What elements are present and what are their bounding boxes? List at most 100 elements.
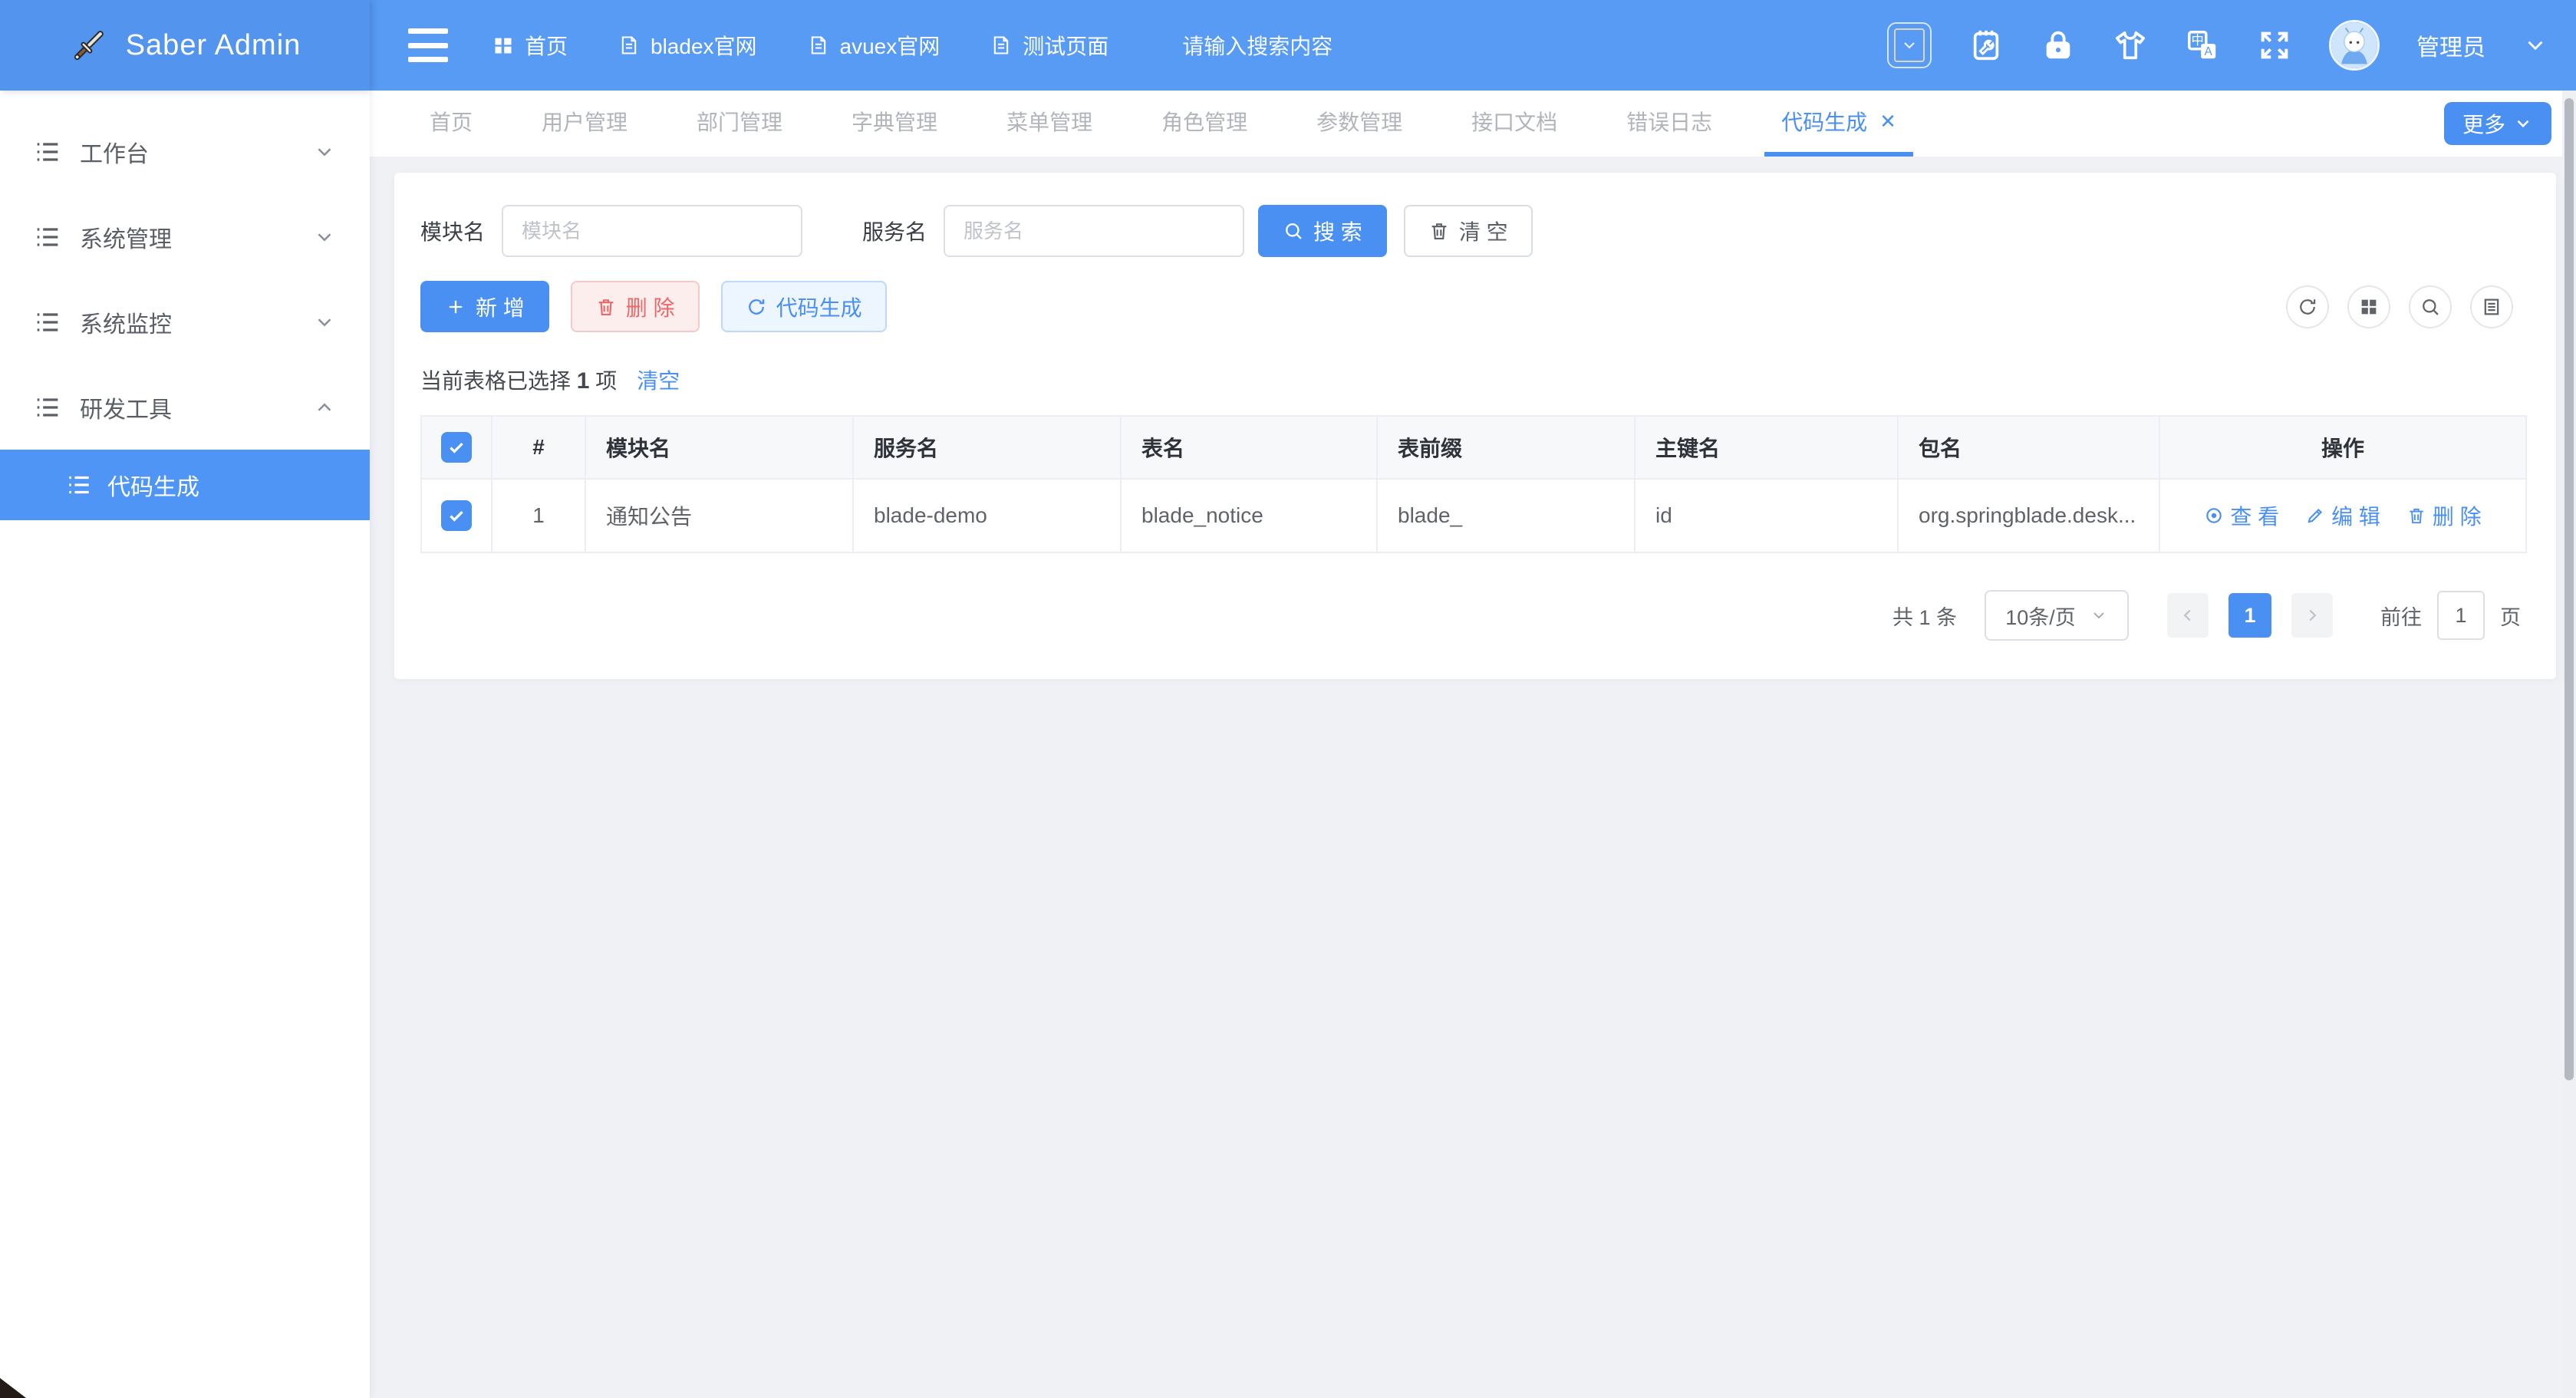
- close-tab-icon[interactable]: ✕: [1879, 110, 1896, 134]
- list-menu-icon: [32, 137, 63, 167]
- tab-department-management[interactable]: 部门管理: [680, 91, 799, 157]
- clear-selection-link[interactable]: 清空: [637, 364, 680, 395]
- lock-icon[interactable]: [2041, 28, 2076, 63]
- table-header-row: # 模块名 服务名 表名 表前缀 主键名 包名 操作: [421, 416, 2526, 479]
- page-size-select[interactable]: 10条/页: [1985, 590, 2129, 641]
- sidebar: 工作台 系统管理 系统监控 研发工具 代码生成: [0, 91, 370, 1398]
- tab-parameter-management[interactable]: 参数管理: [1300, 91, 1419, 157]
- module-name-input[interactable]: [502, 205, 802, 257]
- cell-index: 1: [492, 479, 585, 552]
- sidebar-item-code-generation[interactable]: 代码生成: [0, 450, 370, 520]
- grid-view-button[interactable]: [2347, 285, 2390, 328]
- chevron-down-icon: [313, 311, 336, 334]
- add-button[interactable]: 新 增: [420, 281, 549, 332]
- topnav-item-home[interactable]: 首页: [492, 30, 568, 61]
- code-generate-label: 代码生成: [776, 292, 862, 322]
- global-search-input[interactable]: 请输入搜索内容: [1182, 30, 1332, 61]
- module-name-label: 模块名: [420, 216, 485, 246]
- next-page-button[interactable]: [2291, 593, 2333, 638]
- content-card: 模块名 服务名 搜 索 清 空 新 增 删 除: [394, 173, 2556, 679]
- document-icon: [618, 35, 640, 56]
- language-icon[interactable]: 中 A: [2185, 28, 2220, 63]
- tab-home[interactable]: 首页: [413, 91, 489, 157]
- tab-code-generation[interactable]: 代码生成 ✕: [1764, 91, 1913, 157]
- sidebar-item-label: 系统监控: [80, 305, 313, 339]
- tab-dictionary-management[interactable]: 字典管理: [835, 91, 954, 157]
- service-name-label: 服务名: [862, 216, 927, 246]
- collapse-menu-icon[interactable]: [408, 28, 448, 62]
- tab-user-management[interactable]: 用户管理: [525, 91, 644, 157]
- sidebar-item-label: 工作台: [80, 135, 313, 169]
- theme-shirt-icon[interactable]: [2113, 28, 2148, 63]
- search-icon: [1283, 220, 1304, 242]
- refresh-table-button[interactable]: [2286, 285, 2329, 328]
- row-select-cell: [421, 479, 492, 552]
- avatar[interactable]: [2329, 20, 2380, 71]
- clear-button[interactable]: 清 空: [1404, 205, 1533, 257]
- show-search-button[interactable]: [2409, 285, 2452, 328]
- chevron-down-icon: [2090, 606, 2108, 625]
- chevron-left-icon: [2178, 605, 2198, 625]
- app-logo[interactable]: Saber Admin: [0, 0, 370, 91]
- view-row-link[interactable]: 查 看: [2204, 500, 2279, 531]
- topnav-label: bladex官网: [651, 30, 757, 61]
- scrollbar-thumb[interactable]: [2564, 98, 2574, 1080]
- selection-suffix: 项: [595, 369, 617, 393]
- search-button-label: 搜 索: [1313, 216, 1362, 246]
- edit-row-link[interactable]: 编 辑: [2305, 500, 2380, 531]
- goto-label: 前往: [2380, 601, 2422, 631]
- prev-page-button[interactable]: [2167, 593, 2209, 638]
- selection-count: 1: [577, 368, 590, 394]
- sidebar-item-system-monitor[interactable]: 系统监控: [0, 279, 370, 364]
- tab-menu-management[interactable]: 菜单管理: [990, 91, 1109, 157]
- tab-role-management[interactable]: 角色管理: [1145, 91, 1264, 157]
- tab-error-log[interactable]: 错误日志: [1609, 91, 1729, 157]
- delete-button-label: 删 除: [626, 292, 675, 322]
- topnav-item-bladex[interactable]: bladex官网: [618, 30, 757, 61]
- user-menu-chevron-down-icon[interactable]: [2522, 32, 2548, 58]
- user-name[interactable]: 管理员: [2416, 28, 2485, 62]
- sidebar-item-dev-tools[interactable]: 研发工具: [0, 364, 370, 450]
- column-header-actions: 操作: [2159, 416, 2526, 479]
- sidebar-item-workbench[interactable]: 工作台: [0, 109, 370, 194]
- delete-button[interactable]: 删 除: [571, 281, 700, 332]
- page-scrollbar[interactable]: [2562, 91, 2576, 1398]
- topnav-item-avuex[interactable]: avuex官网: [808, 30, 940, 61]
- view-icon: [2204, 506, 2224, 526]
- data-table: # 模块名 服务名 表名 表前缀 主键名 包名 操作: [420, 415, 2527, 553]
- sidebar-item-system-management[interactable]: 系统管理: [0, 194, 370, 279]
- trash-icon: [595, 296, 617, 318]
- cell-table-name: blade_notice: [1121, 479, 1377, 552]
- delete-row-link[interactable]: 删 除: [2406, 500, 2482, 531]
- select-all-checkbox[interactable]: [441, 432, 472, 463]
- tab-label: 错误日志: [1626, 106, 1712, 137]
- goto-page-input[interactable]: [2437, 591, 2485, 640]
- service-name-input[interactable]: [944, 205, 1244, 257]
- topnav-item-test-page[interactable]: 测试页面: [990, 30, 1108, 61]
- code-generate-button[interactable]: 代码生成: [721, 281, 887, 332]
- tab-api-docs[interactable]: 接口文档: [1454, 91, 1574, 157]
- selection-info: 当前表格已选择 1 项 清空: [420, 364, 2530, 395]
- lock-countdown-button[interactable]: [1887, 22, 1932, 68]
- view-label: 查 看: [2230, 500, 2279, 531]
- repair-clipboard-icon[interactable]: [1968, 28, 2004, 63]
- selection-prefix: 当前表格已选择: [420, 369, 571, 393]
- top-header: Saber Admin 首页 bladex官网: [0, 0, 2576, 91]
- cell-package: org.springblade.desk...: [1898, 479, 2159, 552]
- more-tabs-button[interactable]: 更多: [2444, 102, 2551, 145]
- page-number-1[interactable]: 1: [2228, 593, 2271, 638]
- tab-label: 代码生成: [1781, 106, 1867, 137]
- fullscreen-icon[interactable]: [2257, 28, 2292, 63]
- toolbar: 新 增 删 除 代码生成: [420, 281, 2530, 332]
- clear-button-label: 清 空: [1459, 216, 1508, 246]
- pagination: 共 1 条 10条/页 1 前往 页: [420, 590, 2530, 641]
- column-settings-button[interactable]: [2470, 285, 2513, 328]
- table-row[interactable]: 1 通知公告 blade-demo blade_notice blade_ id…: [421, 479, 2526, 552]
- topnav-label: 测试页面: [1023, 30, 1108, 61]
- refresh-icon: [2297, 296, 2318, 318]
- top-nav: 首页 bladex官网 avuex官网: [492, 30, 1108, 61]
- row-checkbox[interactable]: [441, 500, 472, 531]
- grid-icon: [492, 35, 514, 56]
- search-button[interactable]: 搜 索: [1258, 205, 1387, 257]
- header-main: 首页 bladex官网 avuex官网: [370, 0, 2576, 91]
